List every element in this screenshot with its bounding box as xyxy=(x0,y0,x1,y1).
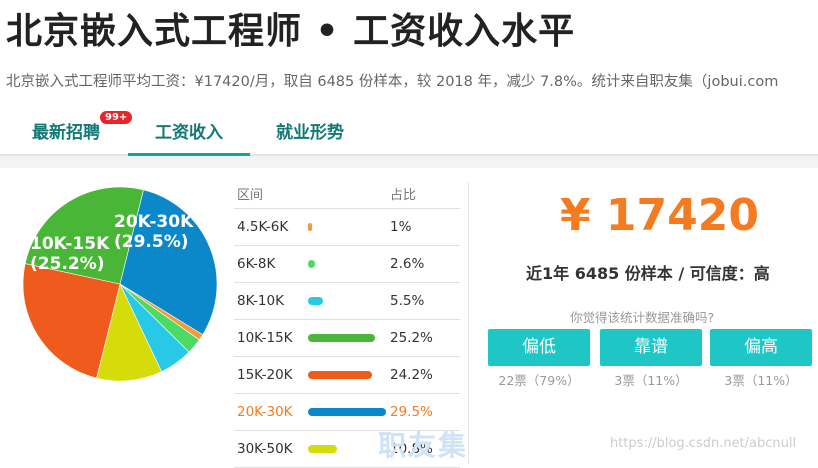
pct-cell: 25.2% xyxy=(390,330,433,346)
accuracy-question: 你觉得该统计数据准确吗? xyxy=(570,310,715,325)
header-pct: 占比 xyxy=(390,188,417,203)
range-cell: 10K-15K xyxy=(237,330,293,346)
tab-latest-jobs[interactable]: 最新招聘 xyxy=(32,118,100,143)
pct-bar xyxy=(308,260,315,268)
pct-cell: 24.2% xyxy=(390,367,433,383)
pct-bar xyxy=(308,408,386,416)
table-row: 15K-20K 24.2% xyxy=(234,357,460,394)
tab-latest-jobs-label: 最新招聘 xyxy=(32,123,100,143)
vote-reliable-button[interactable]: 靠谱 xyxy=(600,329,702,366)
vote-reliable-count: 3票（11%） xyxy=(614,373,688,388)
sample-info: 近1年 6485 份样本 / 可信度：高 xyxy=(526,264,770,283)
pct-bar xyxy=(308,371,372,379)
range-cell: 15K-20K xyxy=(237,367,293,383)
table-row: 8K-10K 5.5% xyxy=(234,283,460,320)
table-row: 4.5K-6K 1% xyxy=(234,209,460,246)
pie-label-20k-30k: 20K-30K (29.5%) xyxy=(114,212,193,252)
tab-bar: 最新招聘 99+ 工资收入 就业形势 xyxy=(0,106,818,156)
pct-cell: 29.5% xyxy=(390,404,433,420)
tab-salary-label: 工资收入 xyxy=(155,123,223,143)
header-range: 区间 xyxy=(237,188,264,203)
page-subtitle: 北京嵌入式工程师平均工资：¥17420/月，取自 6485 份样本，较 2018… xyxy=(6,74,779,90)
pct-bar xyxy=(308,445,337,453)
vote-low-button[interactable]: 偏低 xyxy=(488,329,590,366)
pct-cell: 2.6% xyxy=(390,256,425,272)
tab-employment-label: 就业形势 xyxy=(276,123,344,143)
source-url: https://blog.csdn.net/abcnull xyxy=(610,436,797,451)
pie-label-10k-15k-range: 10K-15K xyxy=(30,234,110,254)
range-cell: 8K-10K xyxy=(237,293,284,309)
range-cell: 6K-8K xyxy=(237,256,276,272)
pct-bar xyxy=(308,297,323,305)
table-header: 区间 占比 xyxy=(234,178,460,209)
average-salary: ¥ 17420 xyxy=(560,190,760,241)
pie-label-10k-15k-pct: (25.2%) xyxy=(30,254,105,274)
pie-label-20k-30k-pct: (29.5%) xyxy=(114,232,189,252)
pct-bar xyxy=(308,334,375,342)
pct-cell: 1% xyxy=(390,219,412,235)
page-title: 北京嵌入式工程师 • 工资收入水平 xyxy=(6,11,576,52)
range-cell: 4.5K-6K xyxy=(237,219,289,235)
pct-cell: 5.5% xyxy=(390,293,425,309)
table-row: 6K-8K 2.6% xyxy=(234,246,460,283)
tab-salary[interactable]: 工资收入 xyxy=(128,118,250,156)
panel-divider xyxy=(468,182,469,464)
watermark-text: 职友集 xyxy=(378,429,469,462)
section-gap xyxy=(0,156,818,168)
range-cell: 20K-30K xyxy=(237,404,293,420)
pct-bar xyxy=(308,223,312,231)
vote-high-count: 3票（11%） xyxy=(724,373,798,388)
tab-employment[interactable]: 就业形势 xyxy=(276,118,344,143)
vote-high-button[interactable]: 偏高 xyxy=(710,329,812,366)
pie-label-10k-15k: 10K-15K (25.2%) xyxy=(30,234,109,274)
pie-label-20k-30k-range: 20K-30K xyxy=(114,212,194,232)
vote-low-count: 22票（79%） xyxy=(498,373,580,388)
table-row: 10K-15K 25.2% xyxy=(234,320,460,357)
range-cell: 30K-50K xyxy=(237,441,293,457)
